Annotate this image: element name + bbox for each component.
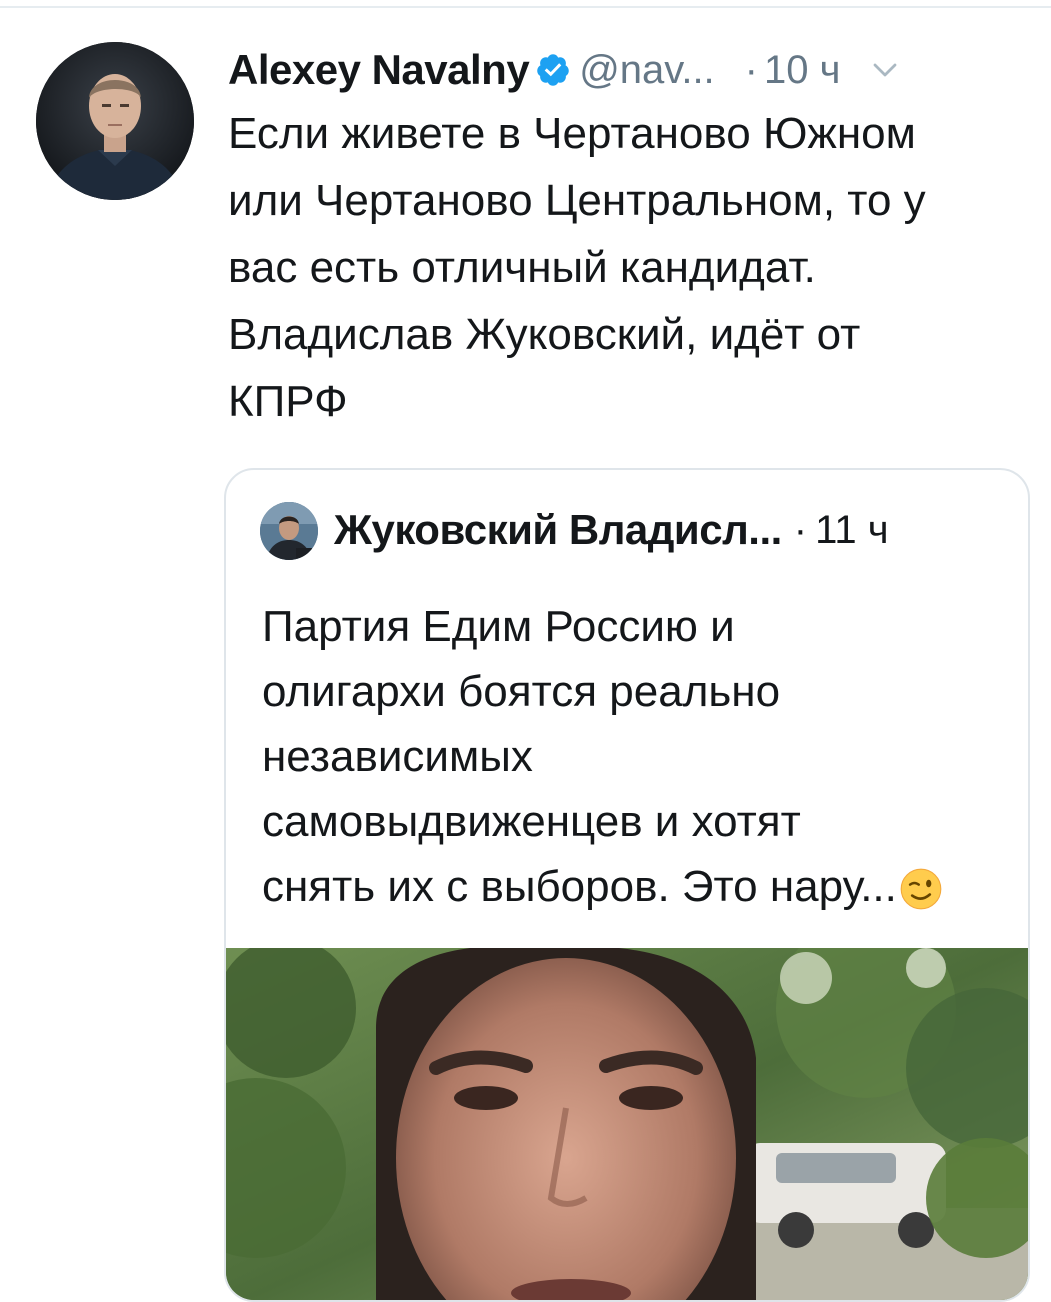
tweet-text-line: Владислав Жуковский, идёт от bbox=[228, 310, 861, 359]
quoted-media-video[interactable] bbox=[226, 948, 1028, 1300]
author-handle[interactable]: @nav... bbox=[579, 48, 714, 93]
verified-badge-icon bbox=[537, 54, 569, 86]
author-avatar[interactable] bbox=[36, 42, 194, 200]
header-separator: · bbox=[744, 47, 758, 92]
tweet-text-line: КПРФ bbox=[228, 377, 348, 426]
quoted-text-line: независимых bbox=[262, 732, 533, 781]
chevron-down-icon[interactable] bbox=[870, 55, 900, 85]
quoted-text-line: самовыдвиженцев и хотят bbox=[262, 797, 801, 846]
author-name[interactable]: Alexey Navalny bbox=[228, 46, 530, 94]
tweet-header: Alexey Navalny @nav... · 10 ч bbox=[228, 40, 1028, 100]
tweet-text-line: вас есть отличный кандидат. bbox=[228, 243, 816, 292]
tweet-text-line: Если живете в Чертаново Южном bbox=[228, 109, 916, 158]
quoted-tweet-text: Партия Едим Россию и олигархи боятся реа… bbox=[262, 594, 1022, 919]
tweet-text-line: или Чертаново Центральном, то у bbox=[228, 176, 926, 225]
quoted-author-name[interactable]: Жуковский Владисл... bbox=[334, 506, 782, 554]
tweet-timestamp[interactable]: 10 ч bbox=[764, 48, 840, 93]
quoted-author-avatar-image bbox=[260, 502, 318, 560]
quoted-header-separator: · bbox=[793, 507, 808, 552]
timeline-divider bbox=[0, 6, 1051, 8]
video-thumbnail-image bbox=[226, 948, 1028, 1300]
quoted-tweet-header: Жуковский Владисл... · 11 ч bbox=[334, 498, 1014, 562]
quoted-text-line: снять их с выборов. Это нару... bbox=[262, 862, 897, 911]
winking-face-emoji-icon bbox=[900, 869, 942, 910]
quoted-tweet-timestamp[interactable]: 11 ч bbox=[815, 508, 888, 553]
tweet-text: Если живете в Чертаново Южном или Чертан… bbox=[228, 100, 1028, 435]
quoted-text-line: Партия Едим Россию и bbox=[262, 602, 735, 651]
quoted-text-line-last: снять их с выборов. Это нару... bbox=[262, 854, 1022, 919]
author-avatar-image bbox=[36, 42, 194, 200]
quoted-tweet-card[interactable]: Жуковский Владисл... · 11 ч Партия Едим … bbox=[224, 468, 1030, 1302]
quoted-author-avatar bbox=[260, 502, 318, 560]
quoted-text-line: олигархи боятся реально bbox=[262, 667, 781, 716]
